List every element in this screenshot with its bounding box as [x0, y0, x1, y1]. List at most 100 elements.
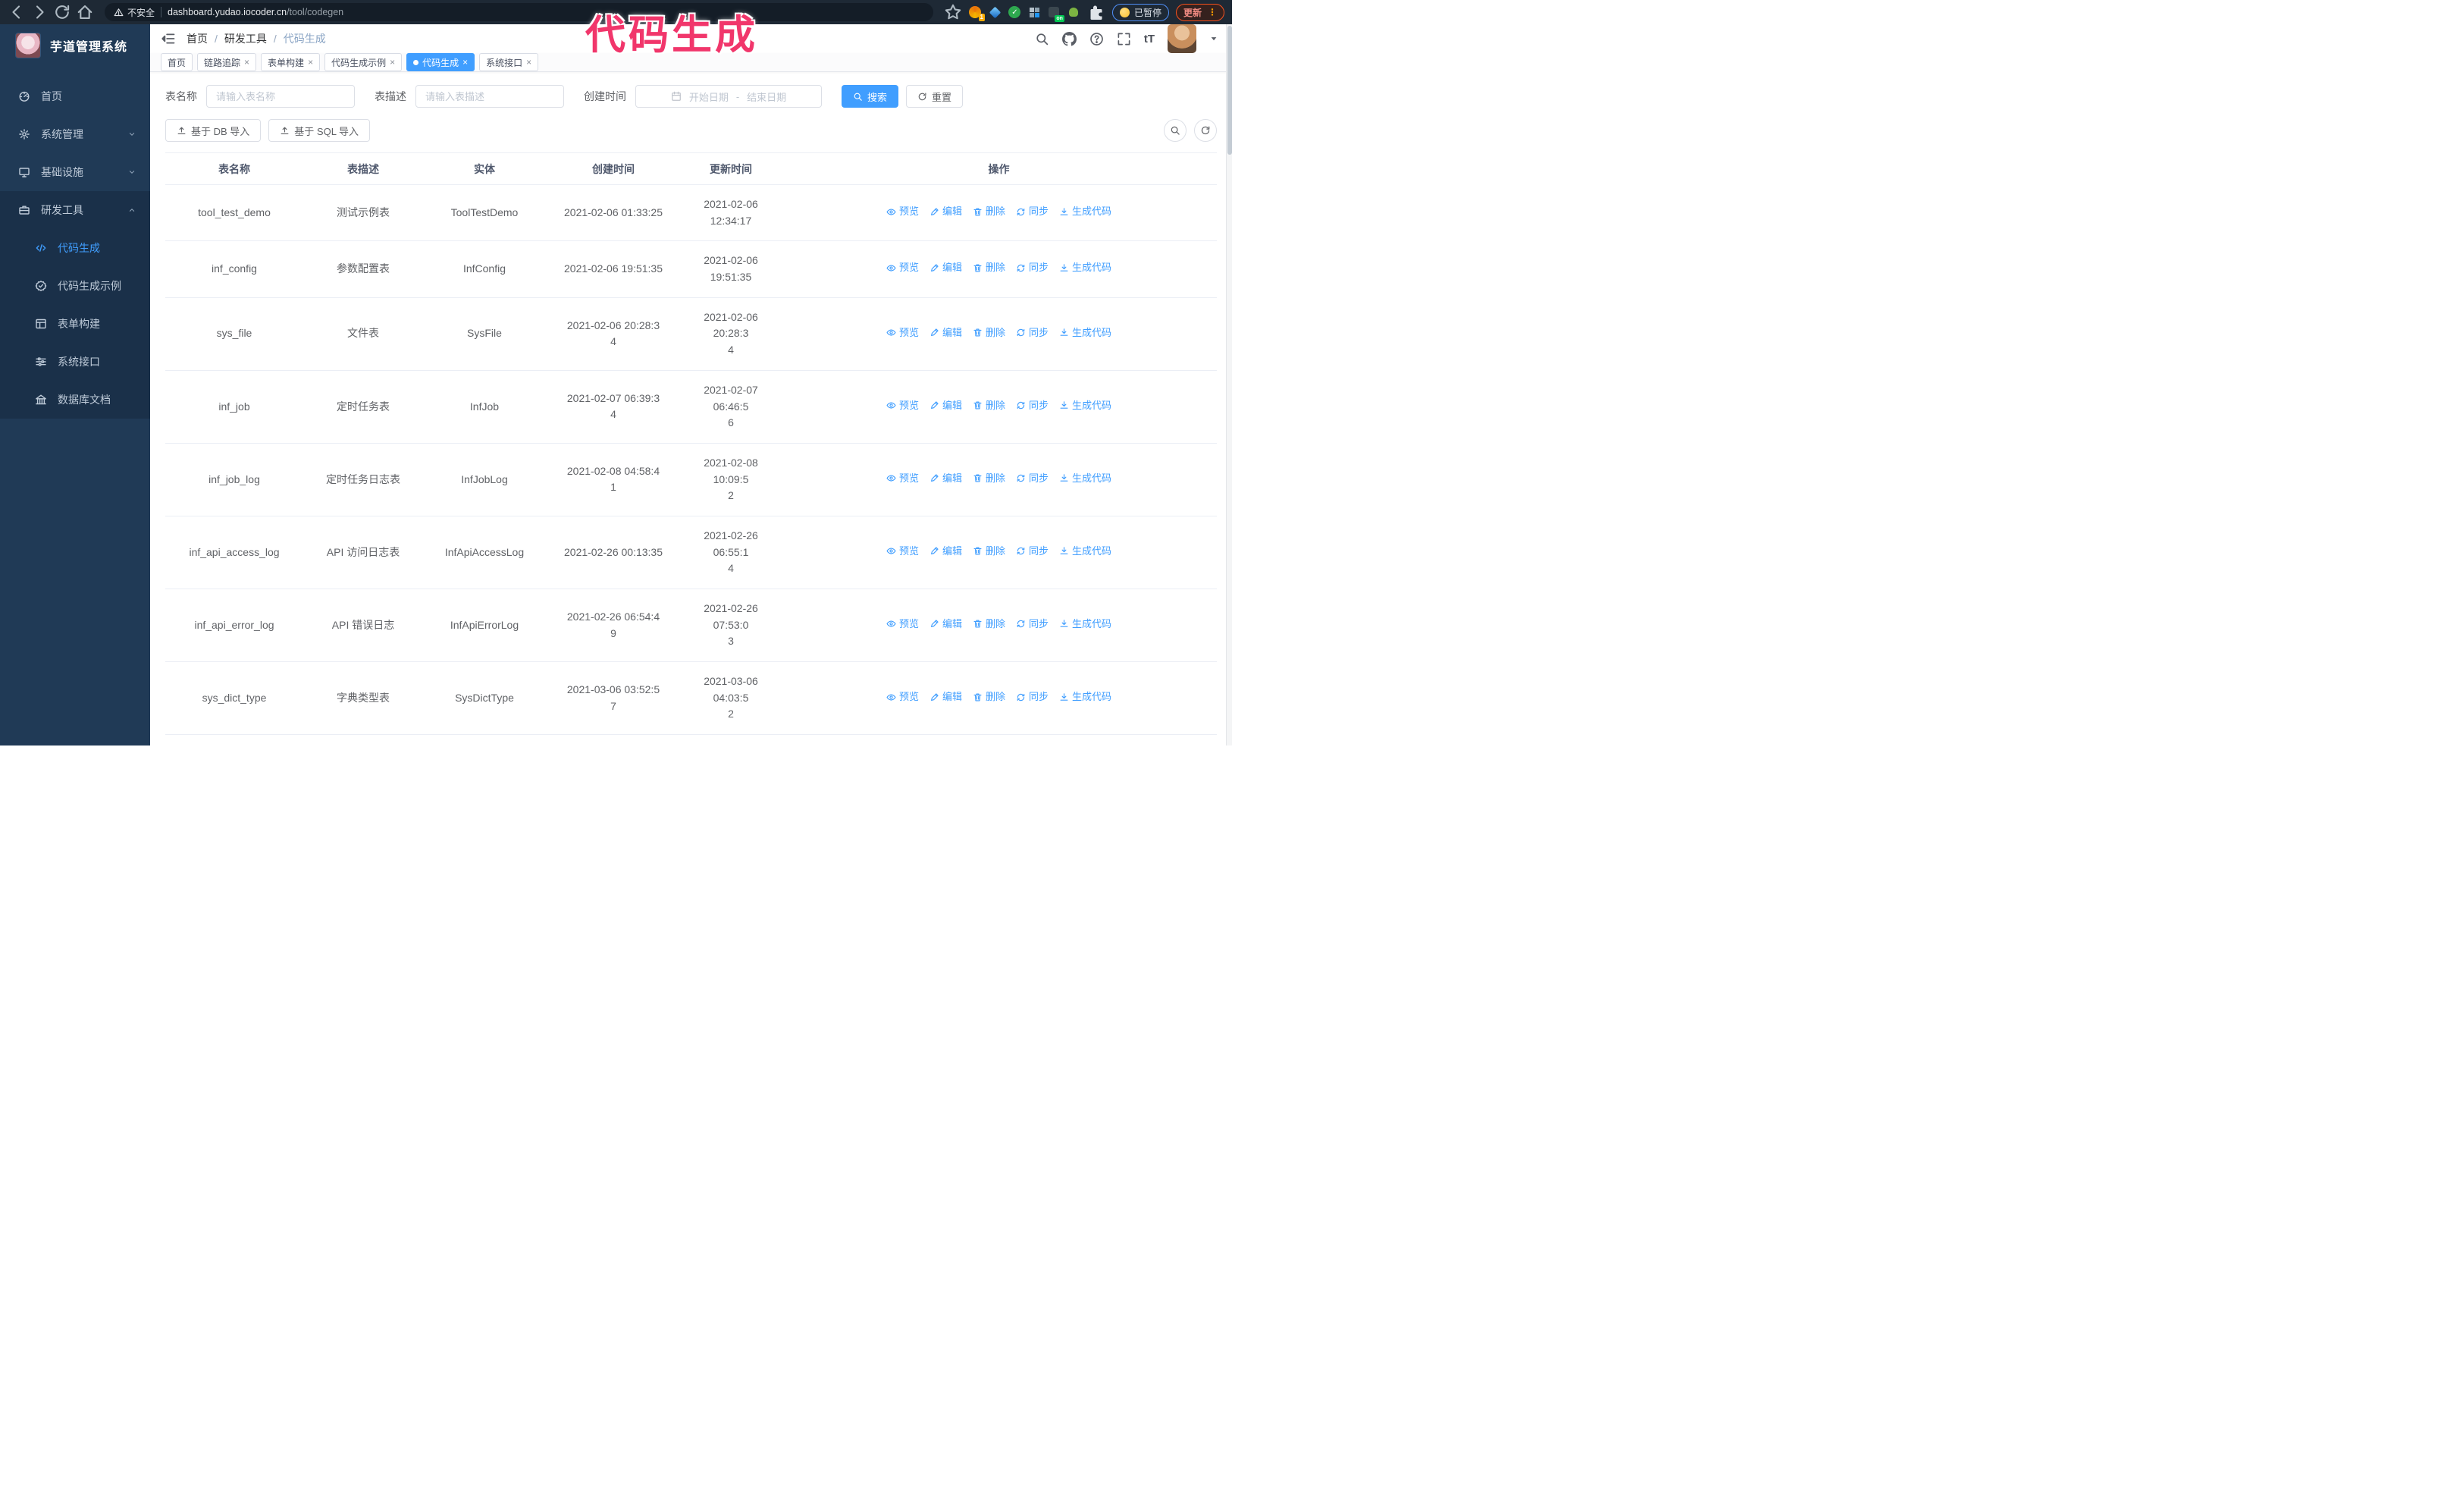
help-icon[interactable] [1089, 32, 1104, 46]
avatar[interactable] [1168, 24, 1196, 53]
action-generate-code-link[interactable]: 生成代码 [1059, 325, 1111, 341]
action-sync-link[interactable]: 同步 [1016, 204, 1049, 219]
action-sync-link[interactable]: 同步 [1016, 260, 1049, 275]
action-sync-link[interactable]: 同步 [1016, 471, 1049, 486]
toggle-search-button[interactable] [1164, 119, 1187, 142]
sidebar-item-dashboard[interactable]: 首页 [0, 77, 150, 115]
import-sql-button[interactable]: 基于 SQL 导入 [268, 119, 371, 142]
extension-icon[interactable]: 1 [969, 6, 985, 21]
close-icon[interactable]: × [308, 58, 313, 67]
tab-代码生成[interactable]: 代码生成 × [406, 53, 475, 71]
action-delete-link[interactable]: 删除 [973, 398, 1005, 413]
sidebar-subitem-database[interactable]: 数据库文档 [0, 381, 150, 419]
action-delete-link[interactable]: 删除 [973, 471, 1005, 486]
action-generate-code-link[interactable]: 生成代码 [1059, 260, 1111, 275]
table-name-input[interactable] [206, 85, 355, 108]
action-sync-link[interactable]: 同步 [1016, 325, 1049, 341]
update-button[interactable]: 更新 ⋮ [1175, 3, 1224, 21]
action-preview-link[interactable]: 预览 [886, 260, 919, 275]
table-desc-input[interactable] [415, 85, 564, 108]
sidebar-subitem-sliders[interactable]: 系统接口 [0, 343, 150, 381]
sidebar-subitem-code[interactable]: 代码生成 [0, 229, 150, 267]
tab-链路追踪[interactable]: 链路追踪 × [197, 53, 257, 71]
action-sync-link[interactable]: 同步 [1016, 398, 1049, 413]
action-edit-link[interactable]: 编辑 [929, 398, 962, 413]
profile-paused-pill[interactable]: 已暂停 [1111, 3, 1169, 21]
action-edit-link[interactable]: 编辑 [929, 689, 962, 705]
close-icon[interactable]: × [390, 58, 395, 67]
action-edit-link[interactable]: 编辑 [929, 325, 962, 341]
action-sync-link[interactable]: 同步 [1016, 544, 1049, 559]
app-logo[interactable]: 芋道管理系统 [0, 24, 150, 67]
extension-icon[interactable]: on [1048, 6, 1064, 22]
tab-首页[interactable]: 首页 [161, 53, 193, 71]
extension-icon[interactable]: ✓ [1008, 6, 1021, 19]
action-sync-link[interactable]: 同步 [1016, 689, 1049, 705]
chevron-down-icon [127, 130, 136, 139]
table-name-label: 表名称 [165, 90, 197, 102]
action-delete-link[interactable]: 删除 [973, 204, 1005, 219]
action-generate-code-link[interactable]: 生成代码 [1059, 544, 1111, 559]
sidebar-subitem-badgecheck[interactable]: 代码生成示例 [0, 267, 150, 305]
close-icon[interactable]: × [526, 58, 531, 67]
import-db-button[interactable]: 基于 DB 导入 [165, 119, 262, 142]
action-preview-link[interactable]: 预览 [886, 617, 919, 632]
action-edit-link[interactable]: 编辑 [929, 204, 962, 219]
extension-icon[interactable] [1028, 6, 1041, 19]
action-preview-link[interactable]: 预览 [886, 398, 919, 413]
font-size-icon[interactable]: tT [1144, 33, 1155, 46]
tab-代码生成示例[interactable]: 代码生成示例 × [324, 53, 403, 71]
back-icon[interactable] [8, 3, 26, 21]
github-icon[interactable] [1061, 31, 1077, 46]
breadcrumb-item[interactable]: 研发工具 [224, 31, 267, 46]
action-edit-link[interactable]: 编辑 [929, 617, 962, 632]
close-icon[interactable]: × [462, 58, 468, 67]
hamburger-icon[interactable] [161, 31, 176, 46]
fullscreen-icon[interactable] [1117, 32, 1131, 46]
action-delete-link[interactable]: 删除 [973, 260, 1005, 275]
page-scrollbar[interactable] [1226, 24, 1232, 746]
refresh-table-button[interactable] [1194, 119, 1217, 142]
chevron-down-icon[interactable] [1209, 34, 1218, 43]
action-preview-link[interactable]: 预览 [886, 325, 919, 341]
action-delete-link[interactable]: 删除 [973, 689, 1005, 705]
action-sync-link[interactable]: 同步 [1016, 617, 1049, 632]
action-preview-link[interactable]: 预览 [886, 204, 919, 219]
action-edit-link[interactable]: 编辑 [929, 260, 962, 275]
scrollbar-thumb[interactable] [1227, 26, 1232, 155]
forward-icon[interactable] [30, 3, 49, 21]
search-button[interactable]: 搜索 [842, 85, 899, 108]
action-edit-link[interactable]: 编辑 [929, 471, 962, 486]
action-delete-link[interactable]: 删除 [973, 325, 1005, 341]
action-generate-code-link[interactable]: 生成代码 [1059, 689, 1111, 705]
tab-系统接口[interactable]: 系统接口 × [479, 53, 539, 71]
bookmark-star-icon[interactable] [944, 3, 962, 21]
search-icon[interactable] [1035, 32, 1049, 46]
action-edit-link[interactable]: 编辑 [929, 544, 962, 559]
action-preview-link[interactable]: 预览 [886, 689, 919, 705]
tab-表单构建[interactable]: 表单构建 × [261, 53, 321, 71]
address-bar[interactable]: 不安全 dashboard.yudao.iocoder.cn/tool/code… [105, 3, 933, 21]
sidebar-subitem-form[interactable]: 表单构建 [0, 305, 150, 343]
action-preview-link[interactable]: 预览 [886, 471, 919, 486]
breadcrumb-item[interactable]: 首页 [187, 31, 208, 46]
action-delete-link[interactable]: 删除 [973, 617, 1005, 632]
sidebar-item-monitor[interactable]: 基础设施 [0, 153, 150, 191]
action-preview-link[interactable]: 预览 [886, 544, 919, 559]
security-warning[interactable]: 不安全 [114, 6, 155, 19]
puzzle-icon[interactable] [1087, 3, 1105, 21]
extension-icon[interactable] [989, 6, 1002, 19]
sidebar-item-tools[interactable]: 研发工具 [0, 191, 150, 229]
reload-icon[interactable] [53, 3, 71, 21]
sidebar-item-gear[interactable]: 系统管理 [0, 115, 150, 153]
extension-icon[interactable] [1067, 6, 1080, 19]
home-icon[interactable] [76, 3, 94, 21]
action-generate-code-link[interactable]: 生成代码 [1059, 204, 1111, 219]
date-range-picker[interactable]: 开始日期 - 结束日期 [635, 85, 822, 108]
close-icon[interactable]: × [244, 58, 249, 67]
action-generate-code-link[interactable]: 生成代码 [1059, 617, 1111, 632]
action-delete-link[interactable]: 删除 [973, 544, 1005, 559]
action-generate-code-link[interactable]: 生成代码 [1059, 471, 1111, 486]
action-generate-code-link[interactable]: 生成代码 [1059, 398, 1111, 413]
reset-button[interactable]: 重置 [906, 85, 964, 108]
